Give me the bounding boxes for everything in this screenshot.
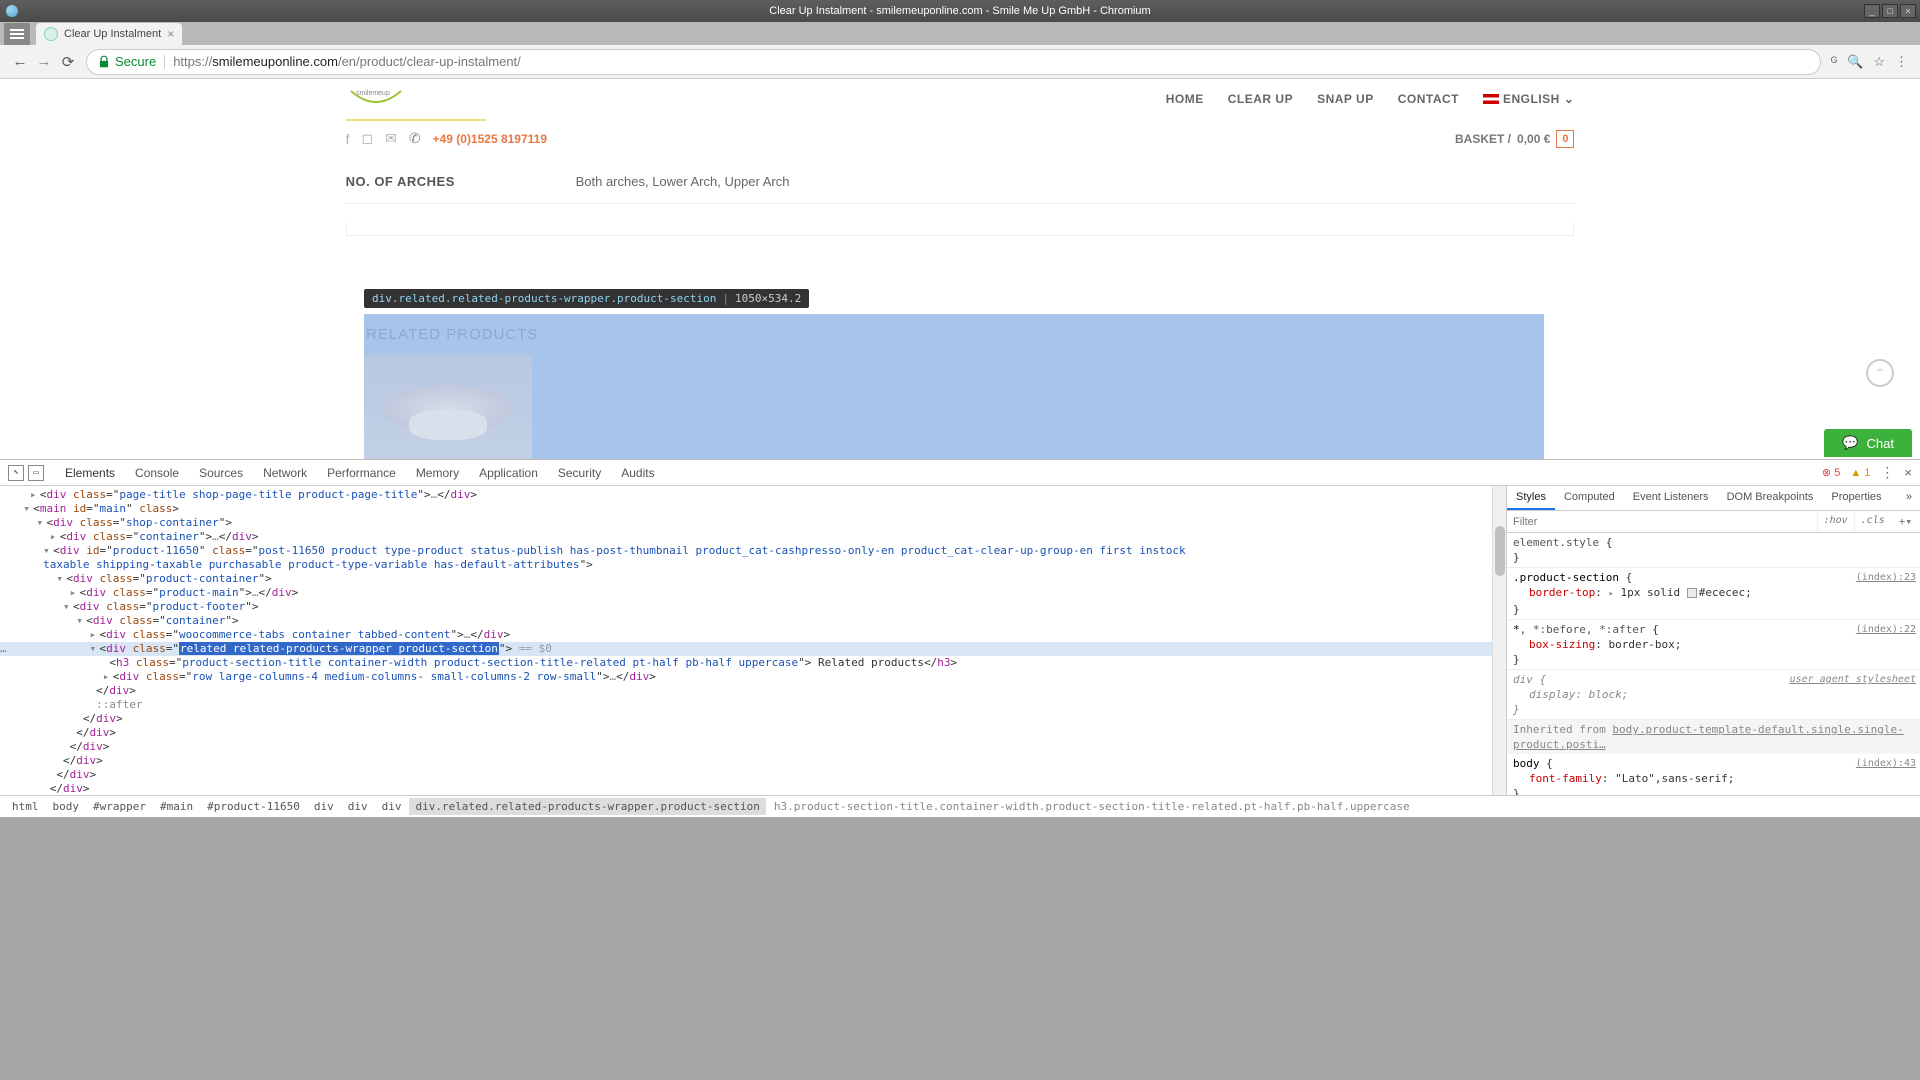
social-links: f ◻ ✉ ✆ +49 (0)1525 8197119 [346,130,547,147]
site-header-secondary: f ◻ ✉ ✆ +49 (0)1525 8197119 BASKET / 0,0… [0,121,1920,156]
styles-tab-computed[interactable]: Computed [1555,486,1624,510]
tab-network[interactable]: Network [254,461,316,485]
url-text: https://smilemeuponline.com/en/product/c… [173,54,521,69]
browser-tab[interactable]: Clear Up Instalment × [36,23,182,45]
styles-pane: Styles Computed Event Listeners DOM Brea… [1506,486,1920,795]
tab-elements[interactable]: Elements [56,461,124,485]
dom-breadcrumbs[interactable]: html body #wrapper #main #product-11650 … [0,795,1920,817]
facebook-icon[interactable]: f [346,131,350,147]
device-toolbar-icon[interactable]: ▭ [28,465,44,481]
whatsapp-icon[interactable]: ✆ [409,130,421,147]
site-logo[interactable]: smilemeup [346,87,406,111]
window-maximize-icon[interactable]: □ [1882,4,1898,18]
tooltip-dims: 1050×534.2 [735,292,801,305]
browser-toolbar: ← → ⟳ Secure https://smilemeuponline.com… [0,45,1920,79]
chat-icon: 💬 [1842,435,1858,451]
nav-snapup[interactable]: SNAP UP [1317,92,1374,106]
os-titlebar: Clear Up Instalment - smilemeuponline.co… [0,0,1920,22]
menu-icon[interactable]: ⋮ [1895,54,1908,70]
tab-sources[interactable]: Sources [190,461,252,485]
styles-tab-listeners[interactable]: Event Listeners [1624,486,1718,510]
nav-home[interactable]: HOME [1166,92,1204,106]
attribute-row: NO. OF ARCHES Both arches, Lower Arch, U… [346,174,1575,204]
styles-tab-styles[interactable]: Styles [1507,486,1555,510]
nav-contact[interactable]: CONTACT [1398,92,1459,106]
tab-memory[interactable]: Memory [407,461,468,485]
warning-count[interactable]: ▲ 1 [1850,467,1870,479]
inspect-element-icon[interactable]: ⬉ [8,465,24,481]
window-controls: _ □ × [1864,4,1916,18]
tab-close-icon[interactable]: × [167,27,174,41]
basket-link[interactable]: BASKET / 0,00 € 0 [1455,130,1574,148]
bookmark-icon[interactable]: ☆ [1873,54,1885,70]
devtools-tabs: Elements Console Sources Network Perform… [56,461,664,485]
styles-tabs: Styles Computed Event Listeners DOM Brea… [1507,486,1920,511]
instagram-icon[interactable]: ◻ [361,130,373,147]
zoom-icon[interactable]: 🔍 [1847,54,1863,70]
os-launcher-icon[interactable] [4,23,30,45]
devtools-panel: ⬉ ▭ Elements Console Sources Network Per… [0,459,1920,817]
phone-number[interactable]: +49 (0)1525 8197119 [433,132,547,146]
window-title: Clear Up Instalment - smilemeuponline.co… [769,5,1150,17]
styles-tabs-more-icon[interactable]: » [1898,486,1920,510]
devtools-element-tooltip: divdiv.related.related-products-wrapper.… [364,289,809,308]
browser-tabstrip: Clear Up Instalment × [0,22,1920,45]
attribute-value: Both arches, Lower Arch, Upper Arch [576,174,790,189]
web-page: smilemeup HOME CLEAR UP SNAP UP CONTACT … [0,79,1920,459]
secure-badge: Secure [97,54,156,69]
styles-tab-dom-bp[interactable]: DOM Breakpoints [1718,486,1823,510]
nav-language[interactable]: ENGLISH ⌄ [1483,92,1574,106]
styles-filter-input[interactable] [1507,511,1817,532]
devtools-toolbar: ⬉ ▭ Elements Console Sources Network Per… [0,460,1920,486]
related-product-image[interactable] [364,355,532,459]
dom-scrollbar[interactable] [1492,486,1506,795]
email-icon[interactable]: ✉ [385,130,397,147]
devtools-menu-icon[interactable]: ⋮ [1880,464,1894,481]
window-close-button[interactable]: × [1900,4,1916,18]
site-header: smilemeup HOME CLEAR UP SNAP UP CONTACT … [0,79,1920,119]
attribute-name: NO. OF ARCHES [346,174,576,189]
address-bar[interactable]: Secure https://smilemeuponline.com/en/pr… [86,49,1821,75]
tab-performance[interactable]: Performance [318,461,405,485]
toolbar-actions: ᴳ 🔍 ☆ ⋮ [1827,54,1912,70]
dom-tree[interactable]: ▸<div class="page-title shop-page-title … [0,486,1492,795]
cls-toggle[interactable]: .cls [1854,511,1891,532]
window-minimize-icon[interactable]: _ [1864,4,1880,18]
flag-icon [1483,94,1499,104]
inspected-element-highlight: RELATED PRODUCTS [364,314,1544,459]
related-products-heading: RELATED PRODUCTS [364,314,1544,355]
main-nav: HOME CLEAR UP SNAP UP CONTACT ENGLISH ⌄ [1166,92,1575,106]
tab-audits[interactable]: Audits [612,461,663,485]
tab-application[interactable]: Application [470,461,547,485]
tab-title: Clear Up Instalment [64,28,161,40]
forward-button: → [32,50,56,74]
chevron-down-icon: ⌄ [1564,92,1575,106]
styles-rules[interactable]: element.style {} (index):23.product-sect… [1507,533,1920,795]
reload-button[interactable]: ⟳ [56,50,80,74]
dom-selected-line: … ▾<div class="related related-products-… [0,642,1492,656]
basket-count: 0 [1556,130,1574,148]
error-count[interactable]: ⊗ 5 [1822,466,1840,479]
tab-console[interactable]: Console [126,461,188,485]
styles-tab-properties[interactable]: Properties [1822,486,1890,510]
window-close-icon[interactable] [6,5,18,17]
hov-toggle[interactable]: :hov [1817,511,1854,532]
back-button[interactable]: ← [8,50,32,74]
tab-favicon-icon [44,27,58,41]
lock-icon [97,55,111,69]
translate-icon[interactable]: ᴳ [1831,54,1837,69]
devtools-close-icon[interactable]: × [1904,465,1912,480]
svg-text:smilemeup: smilemeup [356,90,390,97]
scroll-to-top-button[interactable]: ⌃ [1866,359,1894,387]
tab-security[interactable]: Security [549,461,610,485]
chat-widget[interactable]: 💬 Chat [1824,429,1912,457]
new-rule-icon[interactable]: +▾ [1891,511,1920,532]
nav-clearup[interactable]: CLEAR UP [1228,92,1293,106]
